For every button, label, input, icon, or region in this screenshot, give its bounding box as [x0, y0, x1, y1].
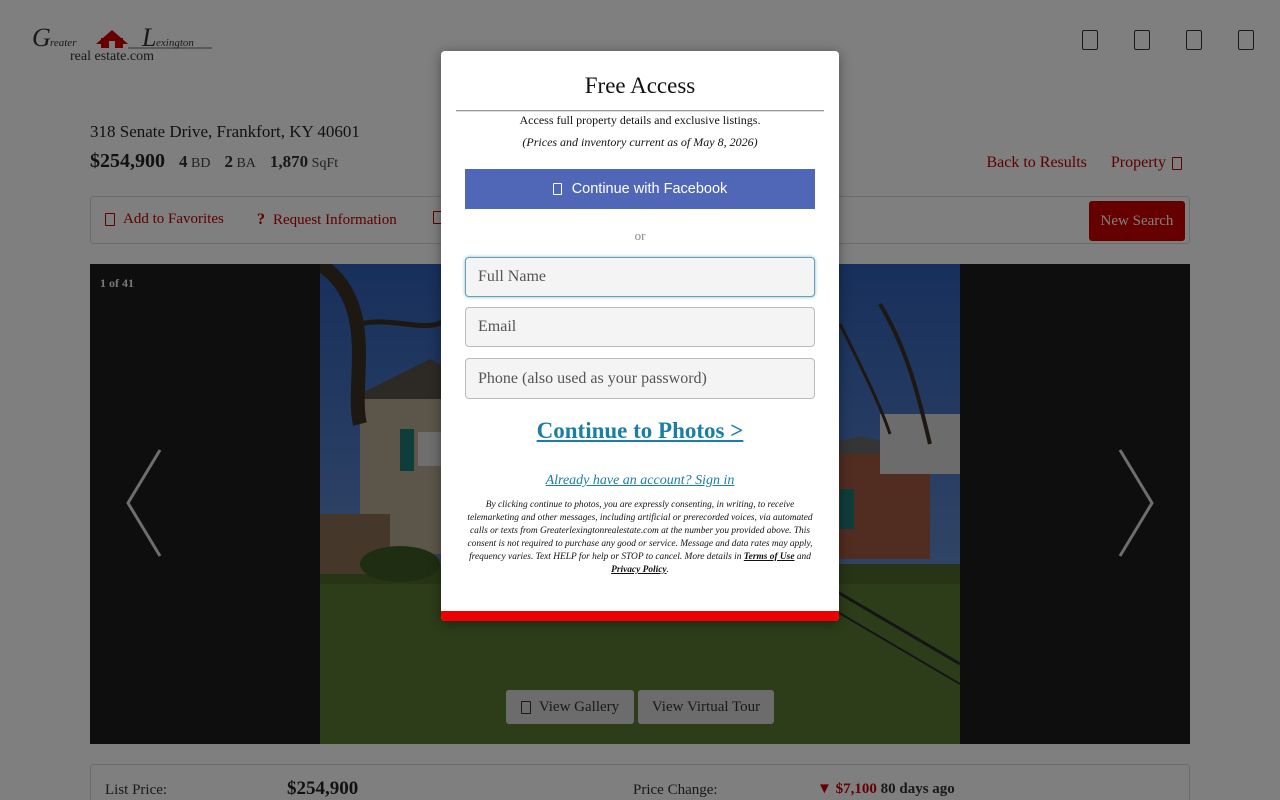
- email-input[interactable]: [465, 307, 815, 347]
- facebook-icon: [552, 183, 562, 195]
- modal-accent-bar: [441, 611, 839, 621]
- free-access-modal: Free Access Access full property details…: [441, 51, 839, 621]
- or-separator: or: [634, 228, 646, 243]
- sign-in-link[interactable]: Already have an account? Sign in: [441, 473, 839, 489]
- phone-input[interactable]: [465, 358, 815, 399]
- facebook-button-label: Continue with Facebook: [571, 181, 728, 197]
- full-name-input[interactable]: [465, 257, 815, 297]
- modal-subtitle: Access full property details and exclusi…: [519, 113, 761, 127]
- continue-with-facebook-button[interactable]: Continue with Facebook: [465, 169, 815, 209]
- consent-disclaimer: By clicking continue to photos, you are …: [465, 499, 815, 577]
- modal-note: (Prices and inventory current as of May …: [522, 135, 758, 149]
- terms-of-use-link[interactable]: Terms of Use: [744, 552, 795, 562]
- modal-divider: [456, 110, 824, 112]
- modal-title: Free Access: [584, 73, 696, 98]
- continue-to-photos-link[interactable]: Continue to Photos >: [441, 418, 839, 444]
- privacy-policy-link[interactable]: Privacy Policy: [611, 565, 666, 575]
- disclaimer-and: and: [796, 552, 811, 562]
- disclaimer-period: .: [666, 565, 669, 575]
